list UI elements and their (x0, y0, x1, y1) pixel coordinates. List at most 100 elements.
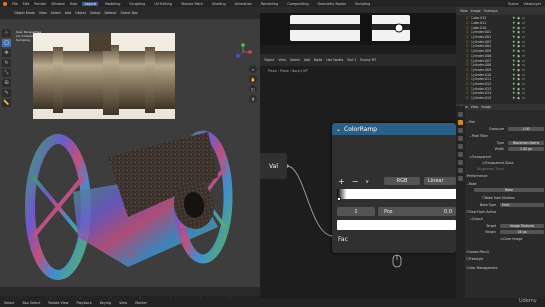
select-tool-icon[interactable]: ▢ (2, 39, 11, 47)
camera-render-icon[interactable]: ▭ (522, 21, 525, 25)
filter-funnel-icon[interactable]: ▼ (513, 96, 516, 100)
camera-render-icon[interactable]: ▭ (522, 82, 525, 86)
visibility-eye-icon[interactable]: ◉ (517, 54, 520, 58)
move-tool-icon[interactable]: ✥ (2, 49, 11, 57)
blender-logo-icon[interactable] (3, 1, 7, 6)
color-stop-handle[interactable] (337, 197, 341, 201)
tab-geometry-nodes[interactable]: Geometry Nodes (316, 2, 349, 6)
camera-render-icon[interactable]: ▭ (522, 73, 525, 77)
visibility-eye-icon[interactable]: ◉ (517, 49, 520, 53)
camera-render-icon[interactable]: ▭ (522, 77, 525, 81)
bake-multires-row[interactable]: ☐ Bake from Multires (466, 195, 544, 200)
filter-funnel-icon[interactable]: ▼ (513, 73, 516, 77)
visibility-eye-icon[interactable]: ◉ (517, 16, 520, 20)
render-tab-icon[interactable] (458, 120, 463, 125)
color-management-header[interactable]: › Color Management (466, 265, 544, 270)
filter-funnel-icon[interactable]: ▼ (513, 30, 516, 34)
outliner[interactable]: View Image Overlays ▽ Cube.012 ▼ ◉ ▭ ▽ Cube.01… (456, 7, 545, 104)
camera-render-icon[interactable]: ▭ (522, 30, 525, 34)
visibility-eye-icon[interactable]: ◉ (517, 73, 520, 77)
value-node[interactable]: Val (260, 153, 287, 179)
menu-help[interactable]: Help (70, 2, 78, 6)
filter-funnel-icon[interactable]: ▼ (513, 26, 516, 30)
margin-field[interactable]: 16 px (500, 229, 544, 234)
visibility-eye-icon[interactable]: ◉ (517, 68, 520, 72)
colorramp-node[interactable]: ⌄ ColorRamp + − ∨ RGB Linear 1 Pos 0.0 F… (332, 123, 456, 253)
bake-type-dropdown[interactable]: Emit (500, 202, 544, 207)
filter-funnel-icon[interactable]: ▼ (513, 77, 516, 81)
tab-texture-paint[interactable]: Texture Paint (179, 2, 205, 6)
visibility-eye-icon[interactable]: ◉ (517, 96, 520, 100)
pixel-filter-header[interactable]: ⌄ Pixel Filter (466, 133, 544, 138)
tab-shading[interactable]: Shading (210, 2, 228, 6)
outliner-overlays-menu[interactable]: Overlays (484, 9, 498, 13)
remove-stop-button[interactable]: − (352, 177, 359, 186)
playback-menu[interactable]: Playback (77, 301, 92, 305)
transparent-glass-row[interactable]: ▣ Transparent Glass (466, 160, 544, 165)
object-tab-icon[interactable] (458, 160, 463, 165)
outliner-item[interactable]: ▽ Cylinder.015 ▼ ◉ ▭ (466, 96, 545, 101)
tab-animation[interactable]: Animation (233, 2, 254, 6)
filter-funnel-icon[interactable]: ▼ (513, 59, 516, 63)
performance-header[interactable]: › Performance (466, 173, 544, 178)
measure-tool-icon[interactable]: 📏 (2, 99, 11, 107)
tab-compositing[interactable]: Compositing (285, 2, 310, 6)
filter-funnel-icon[interactable]: ▼ (513, 49, 516, 53)
menu-view[interactable]: View (39, 11, 47, 15)
navigation-gizmo[interactable] (234, 43, 252, 61)
filter-type-dropdown[interactable]: Blackman-Harris (508, 140, 544, 145)
timeline[interactable] (0, 287, 260, 298)
camera-render-icon[interactable]: ▭ (522, 16, 525, 20)
scale-tool-icon[interactable]: ⤡ (2, 69, 11, 77)
grease-pencil-header[interactable]: › Grease Pencil (466, 249, 544, 254)
transparent-row[interactable]: ▣ Transparent (466, 154, 544, 159)
drag-tool[interactable]: Select Box (121, 11, 138, 15)
tab-rendering[interactable]: Rendering (259, 2, 280, 6)
camera-render-icon[interactable]: ▭ (522, 68, 525, 72)
exposure-field[interactable]: 1.00 (508, 126, 544, 131)
pan-hand-icon[interactable]: ✋ (249, 75, 257, 83)
keying-menu[interactable]: Keying (100, 301, 111, 305)
annotate-tool-icon[interactable]: ✎ (2, 89, 11, 97)
tool-tab-icon[interactable] (458, 112, 463, 117)
camera-render-icon[interactable]: ▭ (522, 96, 525, 100)
collapse-chevron-icon[interactable]: ⌄ (336, 126, 341, 133)
scene-selector[interactable]: Scene (508, 2, 518, 6)
view-menu[interactable]: View (119, 301, 127, 305)
menu-select[interactable]: Select (51, 11, 61, 15)
output-tab-icon[interactable] (458, 128, 463, 133)
camera-icon[interactable]: ◰ (249, 85, 257, 93)
freestyle-header[interactable]: ☐ Freestyle (466, 256, 544, 261)
view-layer-tab-icon[interactable] (458, 136, 463, 141)
orientation-dropdown[interactable]: Global (90, 11, 101, 15)
filter-funnel-icon[interactable]: ▼ (513, 35, 516, 39)
viewlayer-selector[interactable]: ViewLayer (524, 2, 545, 6)
filter-funnel-icon[interactable]: ▼ (513, 44, 516, 48)
filter-funnel-icon[interactable]: ▼ (513, 63, 516, 67)
visibility-eye-icon[interactable]: ◉ (517, 30, 520, 34)
menu-file[interactable]: File (12, 2, 18, 6)
modifier-tab-icon[interactable] (458, 168, 463, 173)
world-tab-icon[interactable] (458, 152, 463, 157)
filter-width-field[interactable]: 1.50 px (508, 146, 544, 151)
camera-render-icon[interactable]: ▭ (522, 26, 525, 30)
zoom-icon[interactable]: ⌕ (249, 65, 257, 73)
scene-tab-icon[interactable] (458, 144, 463, 149)
shader-node-editor[interactable]: Object View Select Add Node Use Nodes Sl… (260, 7, 456, 298)
tab-layout[interactable]: Layout (82, 1, 98, 6)
ramp-menu-chevron-icon[interactable]: ∨ (365, 179, 369, 185)
camera-render-icon[interactable]: ▭ (522, 49, 525, 53)
filter-funnel-icon[interactable]: ▼ (513, 87, 516, 91)
transform-pivot[interactable]: Default (104, 11, 116, 15)
transform-tool-icon[interactable]: ⊞ (2, 79, 11, 87)
reference-image[interactable] (33, 33, 175, 119)
visibility-eye-icon[interactable]: ◉ (517, 40, 520, 44)
tab-sculpting[interactable]: Sculpting (127, 2, 147, 6)
film-panel-header[interactable]: ⌄ Film (466, 119, 544, 124)
visibility-eye-icon[interactable]: ◉ (517, 77, 520, 81)
visibility-eye-icon[interactable]: ◉ (517, 21, 520, 25)
outliner-view-menu[interactable]: View (460, 9, 468, 13)
stop-index-field[interactable]: 1 (337, 207, 375, 216)
marker-menu[interactable]: Marker (135, 301, 147, 305)
color-gradient-bar[interactable] (337, 189, 456, 199)
